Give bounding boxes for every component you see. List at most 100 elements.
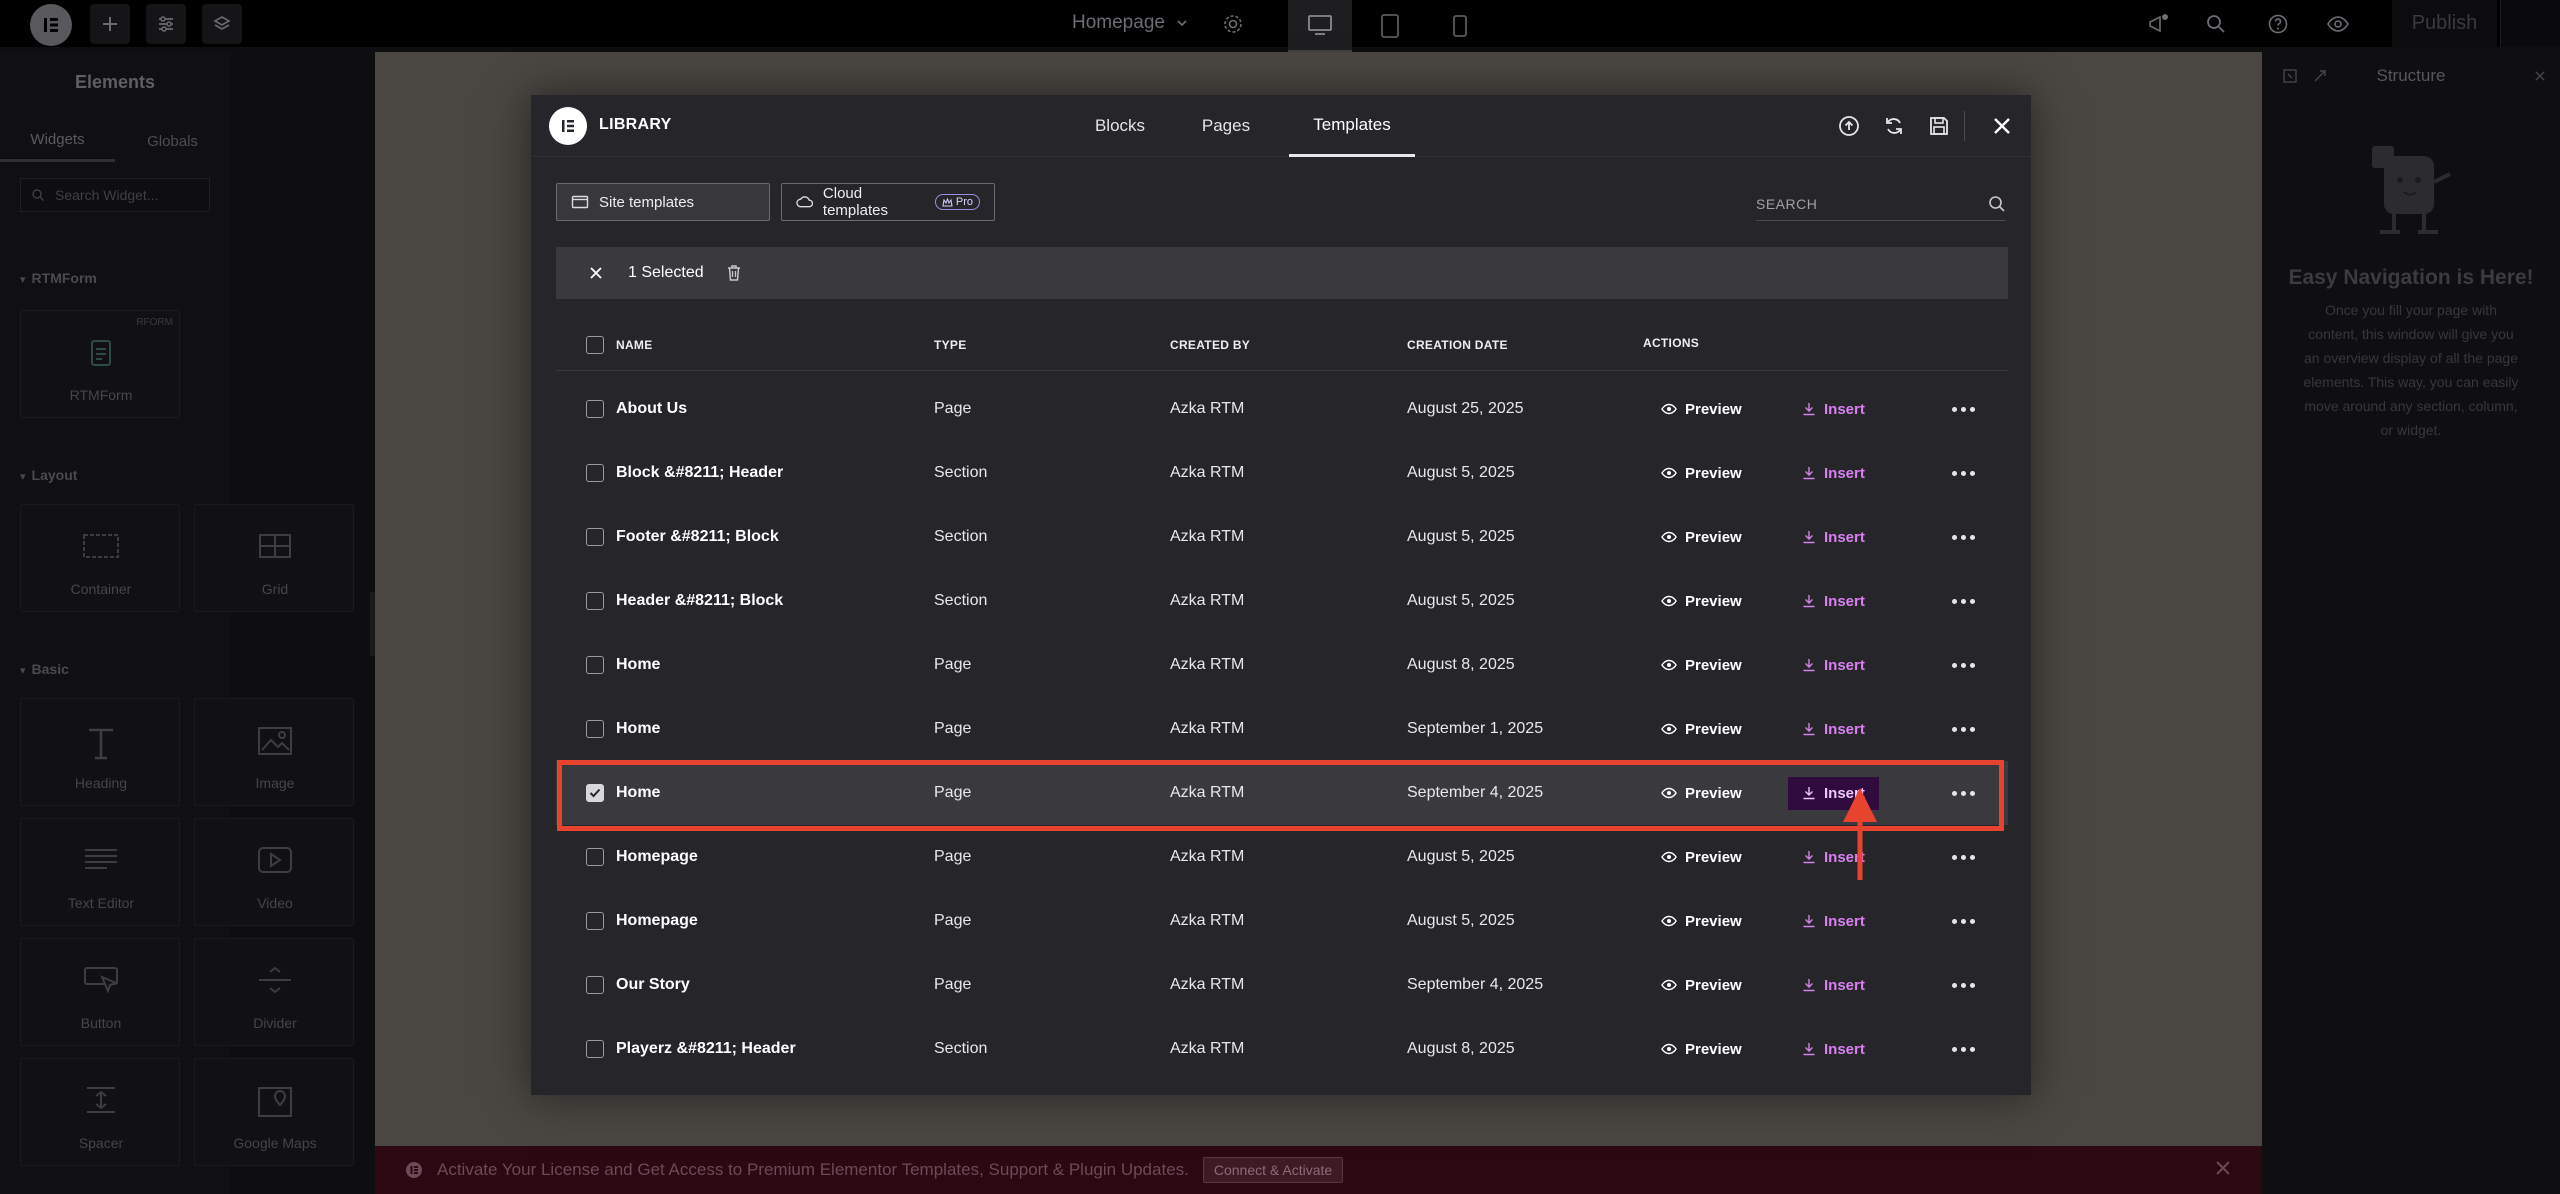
tablet-view-button[interactable] <box>1358 0 1422 52</box>
widget-grid[interactable]: Grid <box>194 504 354 612</box>
column-creation-date[interactable]: CREATION DATE <box>1407 319 1508 371</box>
help-icon[interactable] <box>2262 8 2294 40</box>
more-options-icon[interactable] <box>1952 470 1975 476</box>
table-row[interactable]: Home Page Azka RTM September 1, 2025 Pre… <box>556 697 2008 761</box>
row-checkbox[interactable] <box>586 400 604 418</box>
row-checkbox[interactable] <box>586 464 604 482</box>
table-row[interactable]: Homepage Page Azka RTM August 5, 2025 Pr… <box>556 889 2008 953</box>
column-name[interactable]: NAME <box>616 319 653 371</box>
close-icon[interactable] <box>2214 1159 2232 1177</box>
publish-options-button[interactable] <box>2500 0 2560 47</box>
more-options-icon[interactable] <box>1952 918 1975 924</box>
tab-pages[interactable]: Pages <box>1191 95 1261 157</box>
preview-button[interactable]: Preview <box>1661 1041 1742 1058</box>
widget-divider[interactable]: Divider <box>194 938 354 1046</box>
more-options-icon[interactable] <box>1952 662 1975 668</box>
insert-button[interactable]: Insert <box>1788 585 1879 618</box>
preview-button[interactable]: Preview <box>1661 721 1742 738</box>
preview-button[interactable]: Preview <box>1661 913 1742 930</box>
page-settings-gear-icon[interactable] <box>1217 8 1249 40</box>
row-checkbox[interactable] <box>586 656 604 674</box>
table-row[interactable]: Header &#8211; Block Section Azka RTM Au… <box>556 569 2008 633</box>
close-modal-icon[interactable] <box>1989 113 2015 139</box>
table-row[interactable]: Footer &#8211; Block Section Azka RTM Au… <box>556 505 2008 569</box>
more-options-icon[interactable] <box>1952 534 1975 540</box>
search-icon[interactable] <box>2200 8 2232 40</box>
table-row[interactable]: Home Page Azka RTM September 4, 2025 Pre… <box>556 761 2008 825</box>
row-checkbox[interactable] <box>586 592 604 610</box>
search-widget-input[interactable]: Search Widget... <box>20 178 210 212</box>
section-layout[interactable]: Layout <box>20 467 78 483</box>
column-type[interactable]: TYPE <box>934 319 967 371</box>
tab-blocks[interactable]: Blocks <box>1085 95 1155 157</box>
widget-video[interactable]: Video <box>194 818 354 926</box>
insert-button[interactable]: Insert <box>1788 521 1879 554</box>
row-checkbox[interactable] <box>586 912 604 930</box>
insert-button[interactable]: Insert <box>1788 1033 1879 1066</box>
row-checkbox[interactable] <box>586 848 604 866</box>
desktop-view-button[interactable] <box>1288 0 1352 52</box>
table-row[interactable]: Home Page Azka RTM August 8, 2025 Previe… <box>556 633 2008 697</box>
import-upload-icon[interactable] <box>1836 113 1862 139</box>
notifications-megaphone-icon[interactable] <box>2142 8 2174 40</box>
save-template-icon[interactable] <box>1926 113 1952 139</box>
insert-button[interactable]: Insert <box>1788 649 1879 682</box>
tab-globals[interactable]: Globals <box>115 120 230 162</box>
widget-button[interactable]: Button <box>20 938 180 1046</box>
more-options-icon[interactable] <box>1952 790 1975 796</box>
tab-widgets[interactable]: Widgets <box>0 120 115 162</box>
column-created-by[interactable]: CREATED BY <box>1170 319 1250 371</box>
row-checkbox[interactable] <box>586 976 604 994</box>
insert-button[interactable]: Insert <box>1788 393 1879 426</box>
table-row[interactable]: Playerz &#8211; Header Section Azka RTM … <box>556 1017 2008 1081</box>
library-search-input[interactable]: SEARCH <box>1756 187 2006 221</box>
insert-button[interactable]: Insert <box>1788 713 1879 746</box>
preview-button[interactable]: Preview <box>1661 593 1742 610</box>
table-row[interactable]: Our Story Page Azka RTM September 4, 202… <box>556 953 2008 1017</box>
widget-container[interactable]: Container <box>20 504 180 612</box>
sync-refresh-icon[interactable] <box>1881 113 1907 139</box>
preview-button[interactable]: Preview <box>1661 849 1742 866</box>
widget-image[interactable]: Image <box>194 698 354 806</box>
more-options-icon[interactable] <box>1952 982 1975 988</box>
close-icon[interactable] <box>2534 70 2546 82</box>
publish-button[interactable]: Publish <box>2392 0 2497 47</box>
trash-icon[interactable] <box>726 264 742 282</box>
table-row[interactable]: About Us Page Azka RTM August 25, 2025 P… <box>556 377 2008 441</box>
table-row[interactable]: Block &#8211; Header Section Azka RTM Au… <box>556 441 2008 505</box>
select-all-checkbox[interactable] <box>586 336 604 354</box>
clear-selection-icon[interactable] <box>586 263 606 283</box>
preview-eye-icon[interactable] <box>2322 8 2354 40</box>
mobile-view-button[interactable] <box>1428 0 1492 52</box>
insert-button[interactable]: Insert <box>1788 905 1879 938</box>
row-checkbox[interactable] <box>586 528 604 546</box>
insert-button[interactable]: Insert <box>1788 457 1879 490</box>
preview-button[interactable]: Preview <box>1661 657 1742 674</box>
widget-heading[interactable]: Heading <box>20 698 180 806</box>
widget-spacer[interactable]: Spacer <box>20 1058 180 1166</box>
more-options-icon[interactable] <box>1952 726 1975 732</box>
preview-button[interactable]: Preview <box>1661 977 1742 994</box>
more-options-icon[interactable] <box>1952 598 1975 604</box>
widget-rtmform[interactable]: RFORM RTMForm <box>20 310 180 418</box>
more-options-icon[interactable] <box>1952 1046 1975 1052</box>
row-checkbox[interactable] <box>586 1040 604 1058</box>
more-options-icon[interactable] <box>1952 854 1975 860</box>
row-checkbox[interactable] <box>586 720 604 738</box>
widget-text-editor[interactable]: Text Editor <box>20 818 180 926</box>
structure-layers-button[interactable] <box>202 4 242 44</box>
preview-button[interactable]: Preview <box>1661 401 1742 418</box>
row-checkbox[interactable] <box>586 784 604 802</box>
preview-button[interactable]: Preview <box>1661 465 1742 482</box>
preview-button[interactable]: Preview <box>1661 529 1742 546</box>
preview-button[interactable]: Preview <box>1661 785 1742 802</box>
section-basic[interactable]: Basic <box>20 661 69 677</box>
tab-templates[interactable]: Templates <box>1289 95 1415 157</box>
cloud-templates-filter[interactable]: Cloud templates Pro <box>781 183 995 221</box>
elementor-logo-icon[interactable] <box>30 4 72 46</box>
table-row[interactable]: Homepage Page Azka RTM August 5, 2025 Pr… <box>556 825 2008 889</box>
site-templates-filter[interactable]: Site templates <box>556 183 770 221</box>
add-element-button[interactable] <box>90 4 130 44</box>
page-title-dropdown[interactable]: Homepage <box>1072 12 1189 34</box>
more-options-icon[interactable] <box>1952 406 1975 412</box>
